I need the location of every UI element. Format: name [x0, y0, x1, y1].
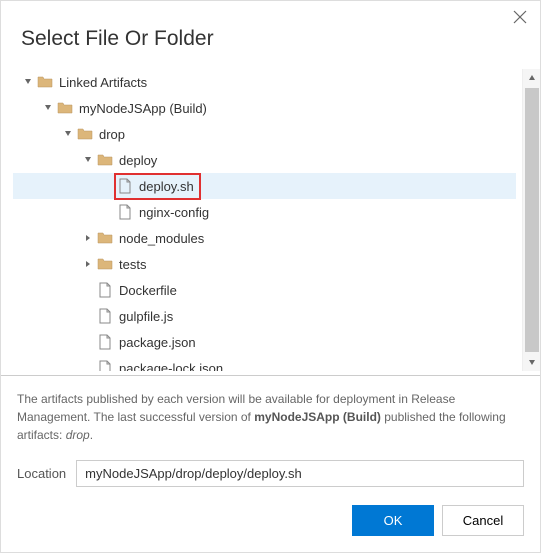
artifact-description: The artifacts published by each version …: [1, 376, 540, 454]
tree-item-label: gulpfile.js: [119, 309, 173, 324]
chevron-right-icon[interactable]: [83, 259, 93, 269]
chevron-down-icon[interactable]: [63, 129, 73, 139]
caret-spacer: [83, 337, 93, 347]
tree-item-label: Dockerfile: [119, 283, 177, 298]
desc-text-3: .: [90, 428, 93, 442]
tree-row-package-lock-json[interactable]: package-lock.json: [13, 355, 516, 371]
desc-artifact: drop: [66, 428, 90, 442]
tree-item-label: package-lock.json: [119, 361, 223, 372]
caret-spacer: [83, 363, 93, 371]
ok-button[interactable]: OK: [352, 505, 434, 536]
tree-item-label: nginx-config: [139, 205, 209, 220]
close-icon[interactable]: [512, 9, 528, 25]
tree-item-label: node_modules: [119, 231, 204, 246]
folder-icon: [97, 152, 113, 168]
tree-row-node-modules[interactable]: node_modules: [13, 225, 516, 251]
tree-row-mynodejsapp-build-[interactable]: myNodeJSApp (Build): [13, 95, 516, 121]
tree-item-label: deploy: [119, 153, 157, 168]
file-icon: [97, 308, 113, 324]
location-row: Location: [1, 454, 540, 497]
tree-row-nginx-config[interactable]: nginx-config: [13, 199, 516, 225]
tree-row-package-json[interactable]: package.json: [13, 329, 516, 355]
folder-icon: [37, 74, 53, 90]
tree-item-label: package.json: [119, 335, 196, 350]
select-file-dialog: Select File Or Folder Linked Artifacts my…: [1, 1, 540, 552]
caret-spacer: [83, 285, 93, 295]
folder-icon: [57, 100, 73, 116]
tree-row-drop[interactable]: drop: [13, 121, 516, 147]
chevron-right-icon[interactable]: [83, 233, 93, 243]
cancel-button[interactable]: Cancel: [442, 505, 524, 536]
location-input[interactable]: [76, 460, 524, 487]
file-icon: [117, 178, 133, 194]
caret-spacer: [103, 181, 113, 191]
desc-source: myNodeJSApp (Build): [254, 410, 381, 424]
dialog-buttons: OK Cancel: [1, 497, 540, 552]
tree-item-label: Linked Artifacts: [59, 75, 147, 90]
dialog-title: Select File Or Folder: [13, 9, 528, 69]
tree-item-label: drop: [99, 127, 125, 142]
tree-row-dockerfile[interactable]: Dockerfile: [13, 277, 516, 303]
scroll-up-icon[interactable]: [523, 69, 540, 87]
folder-icon: [97, 256, 113, 272]
tree-row-deploy[interactable]: deploy: [13, 147, 516, 173]
tree-row-linked-artifacts[interactable]: Linked Artifacts: [13, 69, 516, 95]
tree-row-gulpfile-js[interactable]: gulpfile.js: [13, 303, 516, 329]
file-icon: [97, 334, 113, 350]
chevron-down-icon[interactable]: [43, 103, 53, 113]
tree-row-tests[interactable]: tests: [13, 251, 516, 277]
caret-spacer: [103, 207, 113, 217]
tree-container: Linked Artifacts myNodeJSApp (Build) drop d…: [1, 69, 540, 371]
folder-icon: [77, 126, 93, 142]
location-label: Location: [17, 466, 66, 481]
dialog-header: Select File Or Folder: [1, 1, 540, 69]
file-icon: [97, 360, 113, 371]
tree-row-deploy-sh[interactable]: deploy.sh: [13, 173, 516, 199]
chevron-down-icon[interactable]: [83, 155, 93, 165]
caret-spacer: [83, 311, 93, 321]
tree-item-label: deploy.sh: [139, 179, 194, 194]
tree-item-label: myNodeJSApp (Build): [79, 101, 207, 116]
tree-item-label: tests: [119, 257, 146, 272]
scrollbar[interactable]: [522, 69, 540, 371]
file-icon: [117, 204, 133, 220]
scroll-thumb[interactable]: [525, 88, 539, 352]
scroll-down-icon[interactable]: [523, 353, 540, 371]
folder-icon: [97, 230, 113, 246]
file-icon: [97, 282, 113, 298]
file-tree[interactable]: Linked Artifacts myNodeJSApp (Build) drop d…: [13, 69, 522, 371]
chevron-down-icon[interactable]: [23, 77, 33, 87]
